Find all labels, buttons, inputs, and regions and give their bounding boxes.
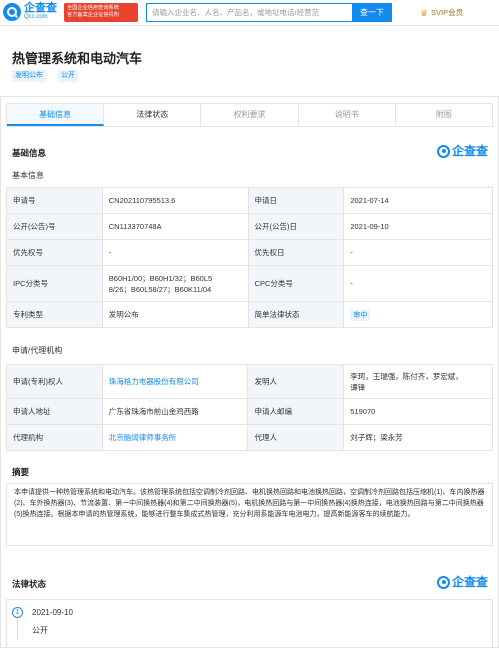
label-address: 申请人地址 (6, 398, 103, 425)
inventor-line-2: 谭锋 (350, 382, 366, 392)
qcc-logo-icon (437, 144, 450, 158)
label-priority-date: 优先权日 (247, 239, 345, 266)
legal-event-date: 2021-09-10 (32, 608, 73, 617)
search-input[interactable]: 请输入企业名、人名、产品名，或地址电话/经营范 (146, 3, 352, 22)
abstract-text: 本申请提供一种热管理系统和电动汽车。该热管理系统包括空调制冷剂回路、电机换热回路… (6, 483, 493, 546)
value-applicant: 珠海格力电器股份有限公司 (101, 364, 249, 399)
inventor-line-1: 李珂，王瑞强，陈付齐，罗宏斌， (350, 371, 463, 381)
value-agent: 刘子辉；梁永芳 (343, 424, 493, 451)
timeline-line (17, 619, 18, 641)
tag-publication-type: 发明公布 (12, 70, 46, 82)
tab-drawings[interactable]: 附图 (396, 104, 492, 126)
table-row: 公开(公告)号 CN113370748A 公开(公告)日 2021-09-10 (6, 213, 493, 240)
qcc-logo-text: 企查查 (452, 144, 489, 158)
qcc-logo-text: 企查查 (452, 575, 489, 589)
tab-bar: 基础信息 法律状态 权利要求 说明书 附图 (6, 103, 493, 127)
label-zip: 申请人邮编 (247, 398, 345, 425)
tab-legal-status[interactable]: 法律状态 (104, 104, 202, 126)
label-cpc: CPC分类号 (247, 265, 345, 302)
qcc-watermark-logo-2: 企查查 (437, 575, 488, 589)
label-ipc: IPC分类号 (6, 265, 103, 302)
tag-public: 公开 (58, 70, 78, 82)
label-inventor: 发明人 (247, 364, 345, 399)
top-bar: 企查查 Qcc.com 全国企业信用查询系统 官方备案企业征信机构 请输入企业名… (0, 0, 499, 26)
value-cpc: - (343, 265, 493, 302)
value-zip: 519070 (343, 398, 493, 425)
label-application-date: 申请日 (247, 187, 345, 214)
label-legal-status: 简单法律状态 (247, 301, 345, 328)
value-legal-status: 审中 (343, 301, 493, 328)
qcc-logo-icon (437, 575, 450, 589)
value-priority-no: - (101, 239, 249, 266)
qcc-watermark-logo: 企查查 (437, 144, 488, 158)
table-row: 申请号 CN202110795513.6 申请日 2021-07-14 (6, 187, 493, 214)
sub-title-basic: 基本信息 (12, 171, 44, 180)
value-ipc: B60H1/00；B60H1/32；B60L5 8/26；B60L58/27；B… (101, 265, 249, 302)
badge-line-2: 官方备案企业征信机构 (67, 11, 119, 18)
status-badge: 审中 (350, 309, 371, 321)
table-row: 申请人地址 广东省珠海市前山金鸡西路 申请人邮编 519070 (6, 398, 493, 425)
value-patent-type: 发明公布 (101, 301, 249, 328)
applicant-table: 申请(专利)权人 珠海格力电器股份有限公司 发明人 李珂，王瑞强，陈付齐，罗宏斌… (6, 364, 493, 451)
label-application-no: 申请号 (6, 187, 103, 214)
tab-claims[interactable]: 权利要求 (201, 104, 299, 126)
logo-name: 企查查 (24, 2, 57, 14)
label-applicant: 申请(专利)权人 (6, 364, 103, 399)
table-row: 申请(专利)权人 珠海格力电器股份有限公司 发明人 李珂，王瑞强，陈付齐，罗宏斌… (6, 364, 493, 399)
table-row: 代理机构 北京脑阔律师事务所 代理人 刘子辉；梁永芳 (6, 424, 493, 451)
svip-label: SVIP会员 (431, 8, 464, 17)
label-patent-type: 专利类型 (6, 301, 103, 328)
page-title: 热管理系统和电动汽车 (12, 51, 143, 66)
applicant-link[interactable]: 珠海格力电器股份有限公司 (109, 377, 199, 386)
crown-icon: ♛ (420, 7, 429, 18)
value-application-no: CN202110795513.6 (101, 187, 249, 214)
value-agency: 北京脑阔律师事务所 (101, 424, 249, 451)
tab-basic-info[interactable]: 基础信息 (7, 104, 105, 126)
value-inventor: 李珂，王瑞强，陈付齐，罗宏斌， 谭锋 (343, 364, 493, 399)
section-legal-title: 法律状态 (12, 579, 47, 589)
legal-event-status: 公开 (32, 626, 48, 635)
timeline-index: 1 (12, 607, 23, 618)
svip-link[interactable]: ♛ SVIP会员 (420, 7, 463, 18)
legal-status-timeline (6, 599, 493, 648)
label-agent: 代理人 (247, 424, 345, 451)
label-publication-date: 公开(公告)日 (247, 213, 345, 240)
label-agency: 代理机构 (6, 424, 103, 451)
ipc-line-2: 8/26；B60L58/27；B60K11/04 (108, 284, 212, 294)
qcc-logo[interactable]: 企查查 Qcc.com (3, 3, 57, 21)
label-priority-no: 优先权号 (6, 239, 103, 266)
value-address: 广东省珠海市前山金鸡西路 (101, 398, 249, 425)
ipc-line-1: B60H1/00；B60H1/32；B60L5 (108, 273, 213, 283)
value-publication-no: CN113370748A (101, 213, 249, 240)
logo-domain: Qcc.com (24, 14, 48, 20)
search-button[interactable]: 查一下 (352, 3, 392, 22)
sub-title-applicant: 申请/代理机构 (12, 346, 63, 355)
value-publication-date: 2021-09-10 (343, 213, 493, 240)
table-row: IPC分类号 B60H1/00；B60H1/32；B60L5 8/26；B60L… (6, 265, 493, 302)
logo-search-icon (3, 3, 21, 21)
basic-info-table: 申请号 CN202110795513.6 申请日 2021-07-14 公开(公… (6, 187, 493, 328)
section-basic-info-title: 基础信息 (12, 148, 47, 158)
credit-badge: 全国企业信用查询系统 官方备案企业征信机构 (64, 3, 138, 22)
table-row: 专利类型 发明公布 简单法律状态 审中 (6, 301, 493, 328)
agency-link[interactable]: 北京脑阔律师事务所 (109, 433, 177, 442)
label-publication-no: 公开(公告)号 (6, 213, 103, 240)
tab-specification[interactable]: 说明书 (299, 104, 396, 126)
table-row: 优先权号 - 优先权日 - (6, 239, 493, 266)
value-priority-date: - (343, 239, 493, 266)
section-abstract-title: 摘要 (12, 467, 30, 477)
value-application-date: 2021-07-14 (343, 187, 493, 214)
